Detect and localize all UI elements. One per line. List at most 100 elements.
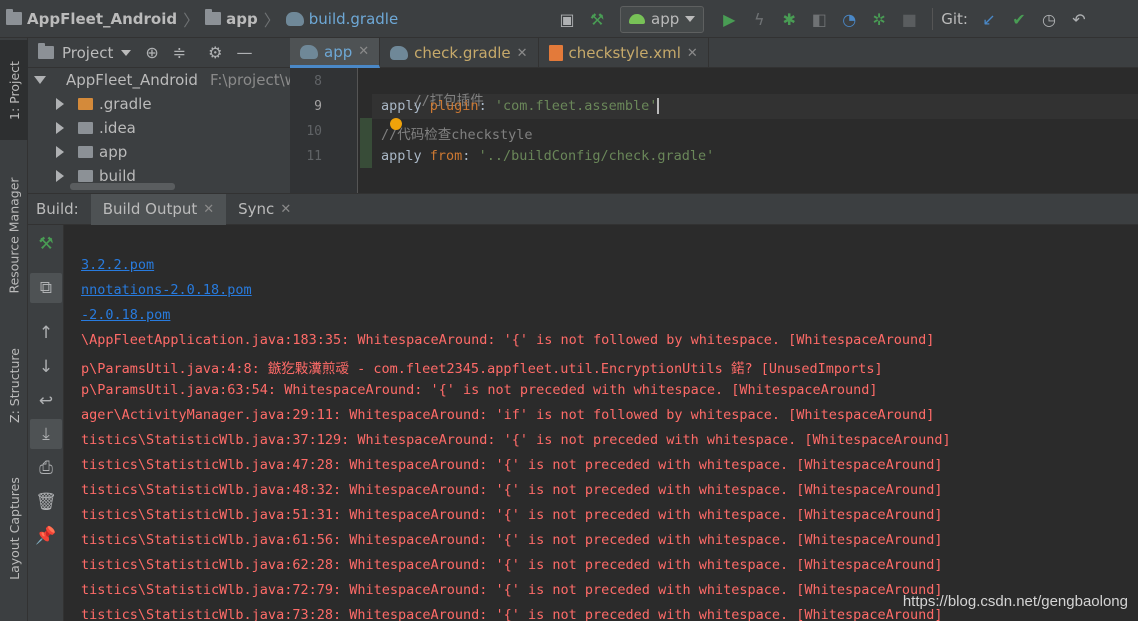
debug-button[interactable]: ✱ <box>777 7 801 31</box>
terminal-button[interactable]: ▣ <box>555 7 579 31</box>
gear-icon[interactable]: ⚙ <box>208 43 222 62</box>
git-commit-button[interactable]: ✔ <box>1007 7 1031 31</box>
expand-arrow-icon[interactable] <box>56 170 64 182</box>
arrow-down-icon[interactable]: ↓ <box>30 352 62 382</box>
close-icon[interactable]: ✕ <box>280 202 291 217</box>
project-folder-icon <box>38 43 54 59</box>
build-output-console[interactable]: 3.2.2.pom nnotations-2.0.18.pom -2.0.18.… <box>64 225 1138 621</box>
line-number: 11 <box>306 149 322 164</box>
breadcrumb-file[interactable]: build.gradle <box>285 9 399 28</box>
toggle-view-icon[interactable]: ⧉ <box>30 273 62 303</box>
output-error-line: tistics\StatisticWlb.java:48:32: Whitesp… <box>81 482 943 498</box>
gradle-elephant-icon <box>285 11 304 26</box>
project-view-select[interactable]: Project <box>38 43 132 62</box>
arrow-up-icon[interactable]: ↑ <box>30 318 62 348</box>
close-icon[interactable]: ✕ <box>687 46 698 61</box>
tab-structure[interactable]: Z: Structure <box>0 333 28 438</box>
stop-button[interactable]: ■ <box>897 7 921 31</box>
gradle-elephant-icon <box>300 44 318 59</box>
close-icon[interactable]: ✕ <box>203 202 214 217</box>
tab-app[interactable]: app ✕ <box>290 38 381 68</box>
tab-project[interactable]: 1: Project <box>0 40 28 140</box>
project-horizontal-scrollbar[interactable] <box>70 183 175 190</box>
xml-file-icon <box>548 45 563 61</box>
profile-button[interactable]: ◔ <box>837 7 861 31</box>
tab-checkstyle-xml[interactable]: checkstyle.xml ✕ <box>539 38 709 68</box>
breadcrumb-file-label: build.gradle <box>308 9 399 28</box>
output-error-line: tistics\StatisticWlb.java:51:31: Whitesp… <box>81 507 943 523</box>
text-cursor <box>657 98 660 114</box>
scroll-to-end-icon[interactable]: ⤓ <box>30 419 62 449</box>
tab-label: Build Output <box>102 200 198 218</box>
tree-item-gradle[interactable]: .gradle <box>28 92 290 116</box>
soft-wrap-icon[interactable]: ↩ <box>30 386 62 416</box>
tab-layout-captures[interactable]: Layout Captures <box>0 463 28 593</box>
output-error-line: tistics\StatisticWlb.java:73:28: Whitesp… <box>81 607 943 621</box>
collapse-all-icon[interactable]: ≑ <box>173 43 186 62</box>
run-config-select[interactable]: app <box>620 5 705 33</box>
tab-project-label: 1: Project <box>6 60 22 120</box>
folder-icon <box>78 146 93 158</box>
main-toolbar: ▣ ⚒ app ▶ ϟ ✱ ◧ ◔ ✲ ■ Git: ↙ ✔ ◷ ↶ <box>552 0 1094 38</box>
expand-arrow-icon[interactable] <box>34 76 46 84</box>
output-link[interactable]: 3.2.2.pom <box>81 257 154 273</box>
tree-root-path: F:\project\w <box>209 71 290 89</box>
folder-icon <box>78 98 93 110</box>
apply-changes-button[interactable]: ϟ <box>747 7 771 31</box>
expand-arrow-icon[interactable] <box>56 98 64 110</box>
expand-arrow-icon[interactable] <box>56 146 64 158</box>
close-icon[interactable]: ✕ <box>358 44 369 59</box>
gradle-elephant-icon <box>390 46 409 60</box>
output-error-line: tistics\StatisticWlb.java:61:56: Whitesp… <box>81 532 943 548</box>
output-link[interactable]: -2.0.18.pom <box>81 307 170 323</box>
run-button[interactable]: ▶ <box>717 7 741 31</box>
print-icon[interactable]: ⎙ <box>30 453 62 483</box>
tab-sync[interactable]: Sync ✕ <box>226 194 303 225</box>
code-line: apply plugin: 'com.fleet.assemble' <box>381 98 660 114</box>
pin-icon[interactable]: 📌 <box>30 521 62 551</box>
left-tool-stripe: 1: Project Resource Manager Z: Structure… <box>0 38 28 621</box>
toolbar-divider <box>932 8 934 30</box>
tab-resource-manager[interactable]: Resource Manager <box>0 163 28 308</box>
tab-check-gradle[interactable]: check.gradle ✕ <box>380 38 539 68</box>
tree-item-app[interactable]: app <box>28 140 290 164</box>
line-number: 8 <box>314 74 322 89</box>
tree-root-label: AppFleet_Android <box>66 71 198 89</box>
close-icon[interactable]: ✕ <box>517 46 528 61</box>
locate-icon[interactable]: ⊕ <box>145 43 158 62</box>
breadcrumb-project[interactable]: AppFleet_Android <box>6 9 178 28</box>
tab-resource-manager-label: Resource Manager <box>6 177 22 294</box>
debug-attach-button[interactable]: ✲ <box>867 7 891 31</box>
git-rollback-button[interactable]: ↶ <box>1067 7 1091 31</box>
attach-debugger-button[interactable]: ◧ <box>807 7 831 31</box>
chevron-down-icon <box>685 16 696 22</box>
tree-item-label: app <box>99 143 128 161</box>
android-icon <box>629 14 645 24</box>
breadcrumb-module[interactable]: app <box>205 9 258 28</box>
build-side-toolbar: ⚒ ⧉ ↑ ↓ ↩ ⤓ ⎙ 🗑 📌 <box>28 225 64 621</box>
output-link[interactable]: nnotations-2.0.18.pom <box>81 282 252 298</box>
project-panel-title: Project <box>62 43 114 62</box>
tab-label: app <box>324 42 353 61</box>
git-history-button[interactable]: ◷ <box>1037 7 1061 31</box>
vcs-change-marker[interactable] <box>360 118 372 168</box>
editor-tabs: app ✕ check.gradle ✕ checkstyle.xml ✕ <box>290 38 1138 68</box>
lightbulb-icon[interactable] <box>390 118 402 130</box>
trash-icon[interactable]: 🗑 <box>30 487 62 517</box>
module-folder-icon <box>205 9 222 25</box>
tab-build-output[interactable]: Build Output ✕ <box>90 193 227 225</box>
git-update-button[interactable]: ↙ <box>977 7 1001 31</box>
breadcrumb-separator-icon: 〉 <box>183 10 200 30</box>
expand-arrow-icon[interactable] <box>56 122 64 134</box>
code-editor[interactable]: //打包插件 apply plugin: 'com.fleet.assemble… <box>372 68 1138 193</box>
output-error-line: ager\ActivityManager.java:29:11: Whitesp… <box>81 407 935 423</box>
breadcrumb-project-label: AppFleet_Android <box>27 9 178 28</box>
hammer-icon[interactable]: ⚒ <box>30 229 62 259</box>
hide-icon[interactable]: — <box>236 43 252 62</box>
comment-token: /代码检查checkstyle <box>389 127 533 143</box>
output-error-line: tistics\StatisticWlb.java:47:28: Whitesp… <box>81 457 943 473</box>
string-token: '../buildConfig/check.gradle' <box>478 148 715 164</box>
build-hammer-button[interactable]: ⚒ <box>585 7 609 31</box>
tree-item-idea[interactable]: .idea <box>28 116 290 140</box>
tree-root[interactable]: AppFleet_Android F:\project\w <box>28 68 290 92</box>
